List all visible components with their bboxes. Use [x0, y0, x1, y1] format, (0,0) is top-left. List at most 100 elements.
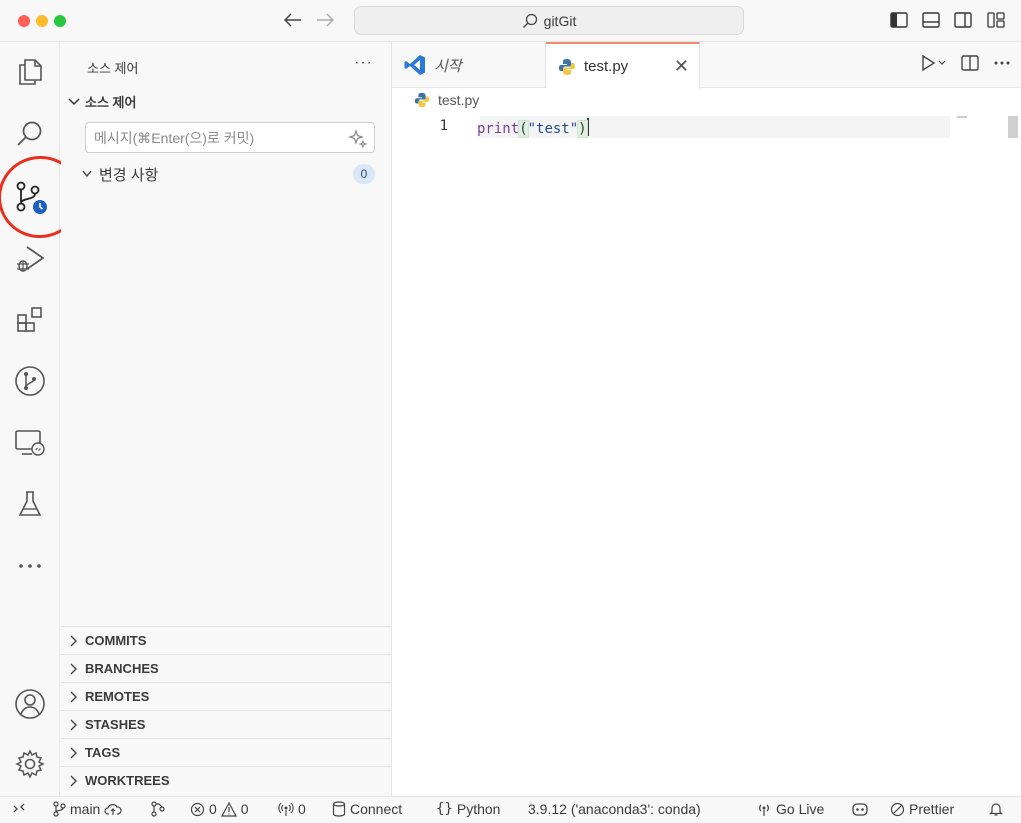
explorer-icon[interactable] [8, 50, 52, 94]
text-cursor [586, 118, 589, 136]
ports-count: 0 [298, 801, 306, 817]
command-center-search[interactable]: gitGit [354, 6, 744, 35]
search-icon [522, 13, 537, 28]
source-control-icon[interactable] [8, 175, 52, 219]
changes-label: 변경 사항 [99, 166, 159, 184]
error-icon [190, 802, 205, 816]
code-string: "test" [527, 121, 579, 137]
notifications-bell-icon[interactable] [988, 801, 1004, 817]
code-paren-close: ) [577, 120, 588, 138]
sidebar-title: 소스 제어 [87, 61, 139, 76]
panel-remotes[interactable]: REMOTES [61, 682, 392, 710]
broadcast-icon [278, 802, 294, 816]
panel-label: WORKTREES [85, 773, 170, 788]
cloud-upload-icon [104, 804, 122, 815]
chevron-right-icon [70, 691, 77, 702]
panel-branches[interactable]: BRANCHES [61, 654, 392, 682]
minimize-window-button[interactable] [36, 15, 48, 27]
chevron-right-icon [70, 635, 77, 646]
search-icon[interactable] [8, 112, 52, 156]
split-editor-icon[interactable] [961, 54, 979, 72]
run-python-icon[interactable] [921, 54, 947, 72]
connect-label: Connect [350, 801, 403, 817]
more-actions-icon[interactable] [993, 60, 1011, 66]
chevron-right-icon [70, 663, 77, 674]
changes-group[interactable]: 변경 사항 0 [81, 163, 381, 185]
customize-layout-icon[interactable] [985, 9, 1007, 31]
tab-test-py[interactable]: test.py ✕ [546, 42, 700, 89]
python-icon [559, 58, 575, 75]
remote-explorer-icon[interactable] [8, 421, 52, 465]
status-bar: main 0 0 0 Connect {} Python 3.9.12 ('an… [0, 796, 1021, 823]
run-and-debug-icon[interactable] [8, 237, 52, 281]
panel-label: STASHES [85, 717, 146, 732]
panel-label: REMOTES [85, 689, 150, 704]
branch-status[interactable]: main [52, 801, 122, 817]
sidebar-more-actions-button[interactable]: ··· [354, 54, 373, 72]
maximize-window-button[interactable] [54, 15, 66, 27]
tab-label: test.py [584, 58, 629, 75]
more-views-icon[interactable] [8, 544, 52, 588]
go-live-status[interactable]: Go Live [756, 801, 824, 817]
copilot-icon[interactable] [850, 801, 870, 817]
settings-gear-icon[interactable] [8, 742, 52, 786]
accounts-icon[interactable] [8, 682, 52, 726]
activity-bar [0, 42, 90, 796]
toggle-secondary-sidebar-icon[interactable] [952, 9, 974, 31]
commit-message-input[interactable]: 메시지(⌘Enter(으)로 커밋) [85, 122, 375, 153]
extensions-icon[interactable] [8, 298, 52, 342]
chevron-down-icon [68, 97, 80, 105]
panel-worktrees[interactable]: WORKTREES [61, 766, 392, 794]
problems-status[interactable]: 0 0 [190, 801, 249, 817]
back-arrow-icon[interactable] [282, 8, 304, 32]
language-label: Python [456, 801, 501, 817]
connect-status[interactable]: Connect [332, 801, 402, 817]
minimap[interactable] [957, 116, 967, 118]
sparkle-icon[interactable] [348, 129, 368, 149]
source-control-section-header[interactable]: 소스 제어 [67, 92, 136, 111]
prettier-status[interactable]: Prettier [890, 801, 954, 817]
git-graph-icon[interactable] [8, 359, 52, 403]
code-line-1[interactable]: print("test") [477, 118, 589, 138]
line-number: 1 [439, 118, 448, 134]
code-function: print [477, 121, 520, 137]
section-title: 소스 제어 [85, 95, 137, 110]
close-window-button[interactable] [18, 15, 30, 27]
toggle-panel-icon[interactable] [920, 9, 942, 31]
panel-stashes[interactable]: STASHES [61, 710, 392, 738]
chevron-down-icon [82, 170, 92, 178]
database-icon [332, 801, 346, 817]
code-editor[interactable]: 1 print("test") [392, 88, 1021, 796]
panel-tags[interactable]: TAGS [61, 738, 392, 766]
forward-arrow-icon[interactable] [314, 8, 336, 32]
scrollbar[interactable] [1008, 116, 1018, 138]
tab-welcome[interactable]: 시작 [392, 42, 546, 88]
toggle-primary-sidebar-icon[interactable] [888, 9, 910, 31]
prettier-label: Prettier [909, 801, 955, 817]
interpreter-label: 3.9.12 ('anaconda3': conda) [528, 801, 701, 817]
ports-status[interactable]: 0 [278, 801, 306, 817]
braces-icon: {} [436, 801, 453, 817]
branch-icon [53, 801, 66, 817]
error-count: 0 [209, 801, 217, 817]
branch-name: main [70, 801, 101, 817]
language-mode-status[interactable]: {} Python [436, 801, 500, 817]
go-live-label: Go Live [776, 801, 825, 817]
chevron-right-icon [70, 719, 77, 730]
changes-count-badge: 0 [353, 164, 375, 184]
warning-count: 0 [240, 801, 249, 817]
remote-indicator-icon[interactable] [12, 801, 26, 815]
title-bar: gitGit [0, 0, 1021, 42]
commit-message-placeholder: 메시지(⌘Enter(으)로 커밋) [94, 129, 255, 146]
tab-label: 시작 [434, 57, 462, 75]
python-interpreter-status[interactable]: 3.9.12 ('anaconda3': conda) [528, 801, 701, 817]
testing-flask-icon[interactable] [8, 482, 52, 526]
source-control-sidebar: 소스 제어 ··· 소스 제어 메시지(⌘Enter(으)로 커밋) 변경 사항… [61, 42, 392, 796]
panel-commits[interactable]: COMMITS [61, 626, 392, 654]
git-graph-status-icon[interactable] [150, 801, 166, 817]
prohibited-icon [890, 802, 905, 816]
chevron-right-icon [70, 775, 77, 786]
broadcast-icon [759, 804, 769, 816]
close-tab-icon[interactable]: ✕ [674, 56, 689, 77]
panel-label: TAGS [85, 745, 121, 760]
